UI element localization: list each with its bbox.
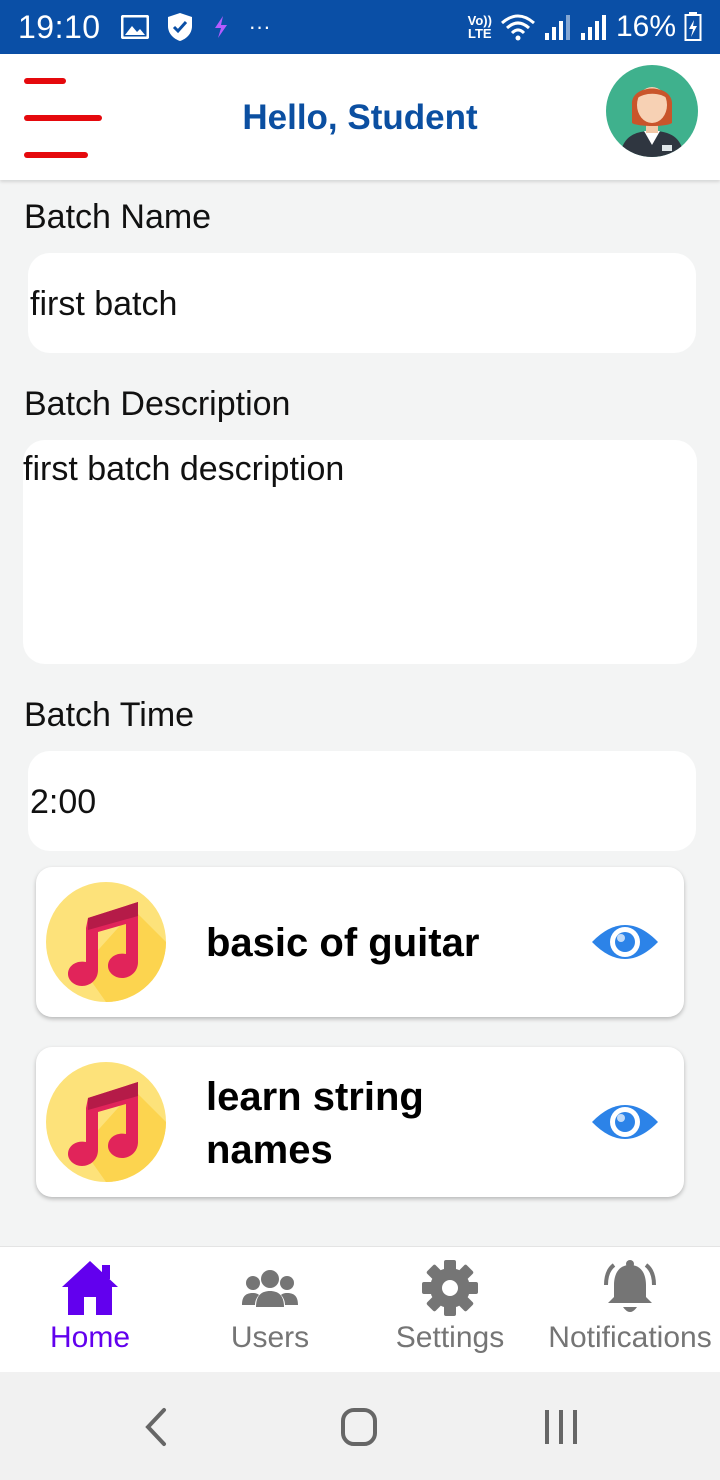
users-icon [242,1270,298,1307]
batch-name-label: Batch Name [24,198,212,236]
more-notifications-icon: ··· [248,14,271,39]
bell-icon [604,1260,656,1312]
batch-name-value: first batch [30,285,178,323]
eye-icon[interactable] [590,1098,660,1146]
status-bar: 19:10 ··· Vo)) LTE 16% [0,0,720,54]
batch-time-value: 2:00 [30,783,97,821]
gallery-icon [120,15,149,39]
shield-icon [167,13,192,41]
status-time: 19:10 [18,8,101,45]
nav-item-home[interactable]: Home [0,1247,180,1373]
batch-time-label: Batch Time [24,696,195,734]
nav-label-settings: Settings [395,1321,505,1354]
batch-description-field[interactable]: first batch description [23,440,697,664]
nav-label-users: Users [230,1321,310,1354]
home-button-icon[interactable] [334,1402,384,1452]
home-icon [62,1261,118,1315]
battery-icon [684,12,702,41]
back-icon[interactable] [132,1402,182,1452]
app-header: Hello, Student [0,54,720,180]
nav-item-notifications[interactable]: Notifications [540,1247,720,1373]
lesson-card[interactable]: learn string names [36,1047,684,1197]
music-note-icon [46,1062,166,1182]
recents-icon[interactable] [536,1402,586,1452]
eye-icon[interactable] [590,918,660,966]
avatar[interactable] [606,65,698,157]
wifi-icon [500,14,535,41]
gear-icon [422,1260,478,1316]
batch-time-field[interactable]: 2:00 [28,751,696,851]
music-note-icon [46,882,166,1002]
status-notification-icons: ··· [120,12,271,42]
lesson-title: basic of guitar [206,921,480,965]
signal-icon-2 [580,15,606,40]
app-logo-icon [214,16,227,38]
nav-item-users[interactable]: Users [180,1247,360,1373]
bottom-navigation: Home Users Settings Notifications [0,1246,720,1372]
volte-icon: Vo)) LTE [467,13,492,41]
batch-description-label: Batch Description [24,385,291,423]
battery-percent: 16% [615,10,676,43]
signal-icon [544,15,570,40]
nav-label-notifications: Notifications [548,1321,712,1354]
batch-name-field[interactable]: first batch [28,253,696,353]
lesson-title: learn string names [206,1075,424,1172]
batch-description-value: first batch description [23,450,345,488]
lesson-card[interactable]: basic of guitar [36,867,684,1017]
system-navigation-bar [0,1372,720,1480]
nav-item-settings[interactable]: Settings [360,1247,540,1373]
status-system-icons: Vo)) LTE 16% [468,10,702,44]
nav-label-home: Home [49,1321,131,1354]
